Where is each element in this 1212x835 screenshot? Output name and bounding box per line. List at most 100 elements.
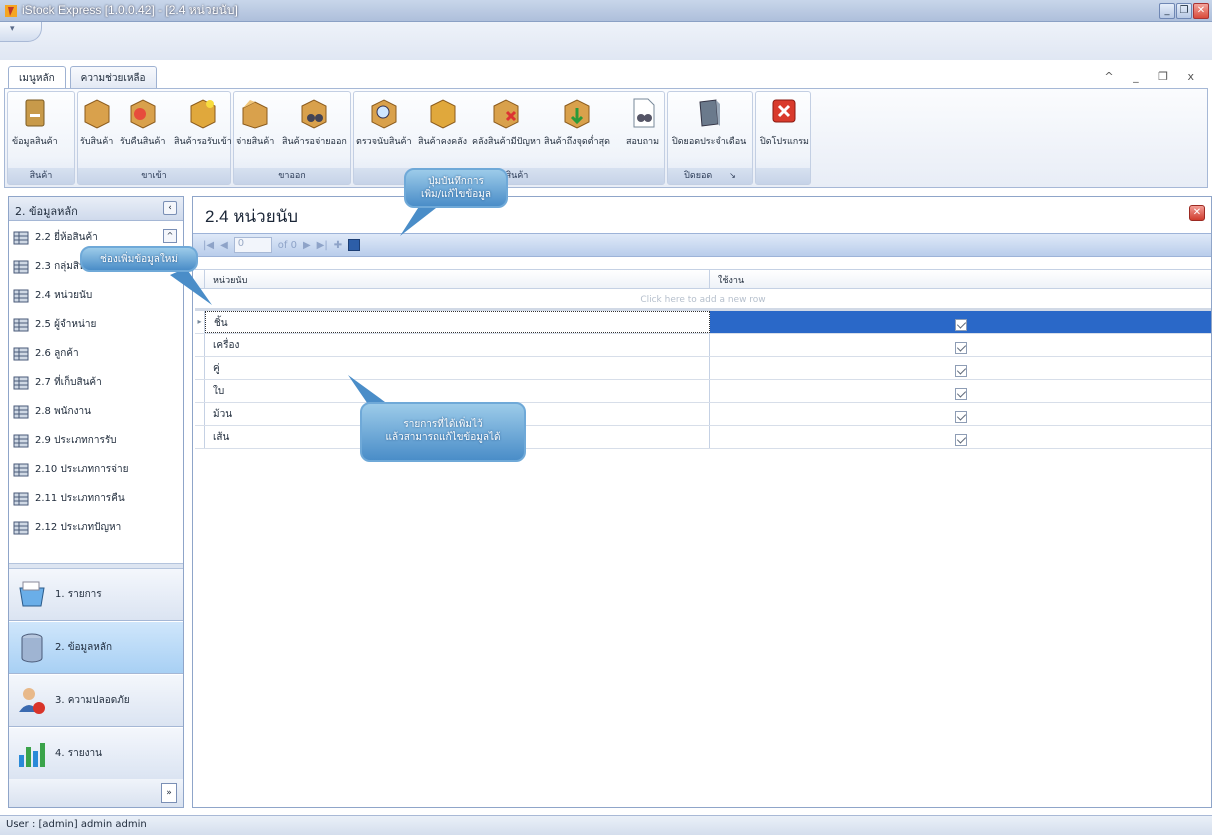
active-checkbox[interactable]	[954, 319, 967, 331]
callout-edit-rows: รายการที่ได้เพิ่มไว้ แล้วสามารถแก้ไขข้อม…	[360, 402, 526, 462]
pending-issue-button[interactable]: สินค้ารอจ่ายออก	[282, 96, 347, 148]
table-row[interactable]: เครื่อง	[195, 334, 1211, 357]
nav-item-employee[interactable]: 2.8 พนักงาน	[9, 397, 183, 426]
quick-access-bar: ▾	[0, 22, 1212, 60]
app-icon	[5, 4, 17, 17]
window-title: iStock Express [1.0.0.42] - [2.4 หน่วยนั…	[22, 3, 238, 17]
module-security[interactable]: 3. ความปลอดภัย	[9, 675, 183, 727]
status-bar: User : [admin] admin admin	[0, 815, 1212, 835]
exit-program-button[interactable]: ปิดโปรแกรม	[760, 96, 809, 148]
column-header-unit[interactable]: หน่วยนับ	[205, 270, 710, 288]
column-header-active[interactable]: ใช้งาน	[710, 270, 1211, 288]
table-row[interactable]: คู่	[195, 357, 1211, 380]
table-icon	[13, 434, 29, 447]
box-down-icon	[564, 99, 590, 129]
panel-footer: »	[9, 779, 183, 807]
nav-item-issue-type[interactable]: 2.10 ประเภทการจ่าย	[9, 455, 183, 484]
active-checkbox[interactable]	[954, 388, 967, 400]
module-master-data[interactable]: 2. ข้อมูลหลัก	[9, 622, 183, 674]
unit-cell[interactable]: ชิ้น	[205, 311, 710, 333]
ribbon-group-exit: ปิดโปรแกรม	[755, 91, 811, 185]
nav-item-supplier[interactable]: 2.5 ผู้จำหน่าย	[9, 310, 183, 339]
box-open-icon	[242, 100, 268, 129]
bar-chart-icon	[19, 742, 45, 767]
product-data-icon	[25, 99, 45, 127]
first-record-button[interactable]: |◀	[203, 240, 214, 251]
table-row[interactable]: ▸ ชิ้น	[195, 311, 1211, 334]
nav-item-problem-type[interactable]: 2.12 ประเภทปัญหา	[9, 513, 183, 542]
ribbon: ข้อมูลสินค้า สินค้า รับสินค้า รับคืนสินค…	[4, 88, 1208, 188]
record-navigator: |◀ ◀ 0 of 0 ▶ ▶| ✚	[193, 233, 1211, 257]
nav-item-location[interactable]: 2.7 ที่เก็บสินค้า	[9, 368, 183, 397]
close-form-button[interactable]: ✕	[1189, 205, 1205, 221]
table-icon	[13, 376, 29, 389]
box-return-icon	[130, 99, 156, 129]
panel-header: 2. ข้อมูลหลัก ‹	[9, 197, 183, 221]
callout-new-row: ช่องเพิ่มข้อมูลใหม่	[80, 246, 198, 272]
group-caption: ขาเข้า	[78, 168, 230, 184]
main-content: 2.4 หน่วยนับ ✕ |◀ ◀ 0 of 0 ▶ ▶| ✚ หน่วยน…	[192, 196, 1212, 808]
table-row[interactable]: ม้วน	[195, 403, 1211, 426]
ribbon-group-outbound: จ่ายสินค้า สินค้ารอจ่ายออก ขาออก	[233, 91, 351, 185]
nav-item-unit[interactable]: 2.4 หน่วยนับ	[9, 281, 183, 310]
group-caption: สินค้า	[8, 168, 74, 184]
box-icon	[84, 99, 110, 129]
active-checkbox[interactable]	[954, 342, 967, 354]
stock-on-hand-button[interactable]: สินค้าคงคลัง	[418, 96, 467, 148]
active-checkbox[interactable]	[954, 411, 967, 423]
table-icon	[13, 492, 29, 505]
tab-help[interactable]: ความช่วยเหลือ	[69, 66, 157, 88]
nav-item-return-type[interactable]: 2.11 ประเภทการคืน	[9, 484, 183, 513]
tab-main-menu[interactable]: เมนูหลัก	[8, 66, 66, 88]
group-caption	[756, 168, 810, 184]
close-window-button[interactable]: ✕	[1193, 3, 1209, 19]
table-icon	[13, 231, 29, 244]
unit-cell[interactable]: ใบ	[205, 380, 710, 402]
active-checkbox[interactable]	[954, 365, 967, 377]
prev-record-button[interactable]: ◀	[220, 240, 228, 251]
stock-count-button[interactable]: ตรวจนับสินค้า	[356, 96, 412, 148]
add-record-button[interactable]: ✚	[334, 240, 342, 251]
nav-item-receive-type[interactable]: 2.9 ประเภทการรับ	[9, 426, 183, 455]
document-binoculars-icon	[633, 98, 655, 128]
table-icon	[13, 521, 29, 534]
nav-item-customer[interactable]: 2.6 ลูกค้า	[9, 339, 183, 368]
problem-stock-button[interactable]: คลังสินค้ามีปัญหา	[472, 96, 541, 148]
unit-cell[interactable]: เครื่อง	[205, 334, 710, 356]
ribbon-group-closing: ปิดยอดประจำเดือน ปิดยอด ↘	[667, 91, 753, 185]
new-row-placeholder[interactable]: Click here to add a new row	[195, 289, 1211, 311]
product-data-button[interactable]: ข้อมูลสินค้า	[12, 96, 58, 148]
minimize-button[interactable]: _	[1159, 3, 1175, 19]
collapse-panel-button[interactable]: ‹	[163, 201, 177, 215]
group-caption: ปิดยอด ↘	[668, 168, 752, 184]
table-row[interactable]: เส้น	[195, 426, 1211, 449]
last-record-button[interactable]: ▶|	[317, 240, 328, 251]
left-nav-panel: 2. ข้อมูลหลัก ‹ ^ 2.2 ยี่ห้อสินค้า 2.3 ก…	[8, 196, 184, 808]
next-record-button[interactable]: ▶	[303, 240, 311, 251]
unit-cell[interactable]: คู่	[205, 357, 710, 379]
return-goods-button[interactable]: รับคืนสินค้า	[120, 96, 165, 148]
scroll-up-button[interactable]: ^	[163, 229, 177, 243]
min-stock-button[interactable]: สินค้าถึงจุดต่ำสุด	[544, 96, 610, 148]
callout-save-button: ปุ่มบันทึกการ เพิ่ม/แก้ไขข้อมูล	[404, 168, 508, 208]
app-menu-button[interactable]: ▾	[0, 22, 42, 42]
box-star-icon	[190, 99, 216, 129]
record-position-input[interactable]: 0	[233, 237, 272, 253]
receive-goods-button[interactable]: รับสินค้า	[80, 96, 113, 148]
row-indicator-icon: ▸	[195, 311, 205, 333]
mdi-controls[interactable]: ^ _ ❐ x	[1104, 70, 1202, 83]
module-reports[interactable]: 4. รายงาน	[9, 728, 183, 780]
monthly-close-button[interactable]: ปิดยอดประจำเดือน	[672, 96, 746, 148]
table-icon	[13, 463, 29, 476]
table-row[interactable]: ใบ	[195, 380, 1211, 403]
box-binoculars-icon	[301, 99, 327, 129]
table-icon	[13, 405, 29, 418]
active-checkbox[interactable]	[954, 434, 967, 446]
issue-goods-button[interactable]: จ่ายสินค้า	[236, 96, 274, 148]
inquiry-button[interactable]: สอบถาม	[626, 96, 659, 148]
restore-button[interactable]: ❐	[1176, 3, 1192, 19]
save-icon[interactable]	[348, 239, 361, 251]
more-modules-button[interactable]: »	[161, 783, 177, 803]
module-transactions[interactable]: 1. รายการ	[9, 569, 183, 621]
pending-receive-button[interactable]: สินค้ารอรับเข้า	[174, 96, 232, 148]
